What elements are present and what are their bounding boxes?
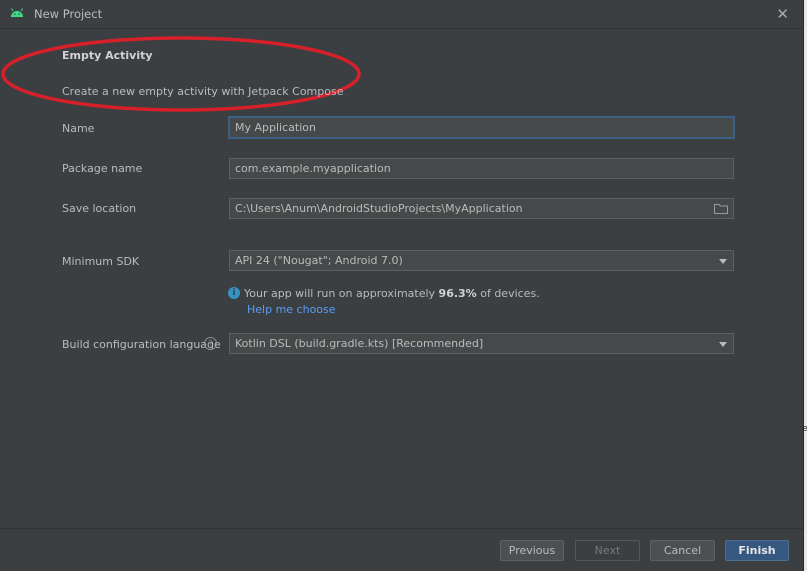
help-icon[interactable]: ?: [204, 337, 217, 350]
folder-icon[interactable]: [714, 203, 728, 214]
title-bar: New Project ✕: [0, 0, 803, 29]
package-name-label: Package name: [62, 162, 143, 175]
build-config-value: Kotlin DSL (build.gradle.kts) [Recommend…: [235, 337, 484, 350]
previous-button[interactable]: Previous: [500, 540, 564, 561]
minimum-sdk-select[interactable]: API 24 ("Nougat"; Android 7.0): [229, 250, 734, 271]
save-location-field[interactable]: C:\Users\Anum\AndroidStudioProjects\MyAp…: [229, 198, 734, 219]
name-label: Name: [62, 122, 95, 135]
coverage-prefix: Your app will run on approximately: [244, 287, 439, 300]
android-icon: [11, 8, 23, 17]
dropdown-icon: [719, 259, 727, 264]
device-coverage-text: Your app will run on approximately 96.3%…: [244, 287, 540, 300]
save-location-label: Save location: [62, 202, 137, 215]
build-config-label: Build configuration language: [62, 338, 221, 351]
coverage-suffix: of devices.: [476, 287, 540, 300]
background-window-text: e: [802, 424, 807, 434]
finish-button[interactable]: Finish: [725, 540, 789, 561]
name-field[interactable]: My Application: [229, 117, 734, 138]
close-icon[interactable]: ✕: [776, 5, 789, 23]
dropdown-icon: [719, 342, 727, 347]
save-location-value: C:\Users\Anum\AndroidStudioProjects\MyAp…: [235, 202, 523, 215]
window-title: New Project: [34, 7, 103, 21]
cancel-button[interactable]: Cancel: [650, 540, 715, 561]
info-icon: i: [228, 287, 240, 299]
template-description: Create a new empty activity with Jetpack…: [62, 85, 344, 98]
template-heading: Empty Activity: [62, 49, 153, 62]
coverage-percent: 96.3%: [438, 287, 477, 300]
annotation-oval: [1, 36, 361, 112]
minimum-sdk-label: Minimum SDK: [62, 255, 140, 268]
help-me-choose-link[interactable]: Help me choose: [247, 303, 336, 316]
build-config-select[interactable]: Kotlin DSL (build.gradle.kts) [Recommend…: [229, 333, 734, 354]
next-button[interactable]: Next: [575, 540, 640, 561]
package-name-value: com.example.myapplication: [235, 162, 391, 175]
name-field-value: My Application: [235, 121, 316, 134]
footer-divider: [0, 528, 803, 529]
new-project-dialog: New Project ✕ Empty Activity Create a ne…: [0, 0, 804, 571]
package-name-field[interactable]: com.example.myapplication: [229, 158, 734, 179]
minimum-sdk-value: API 24 ("Nougat"; Android 7.0): [235, 254, 403, 267]
